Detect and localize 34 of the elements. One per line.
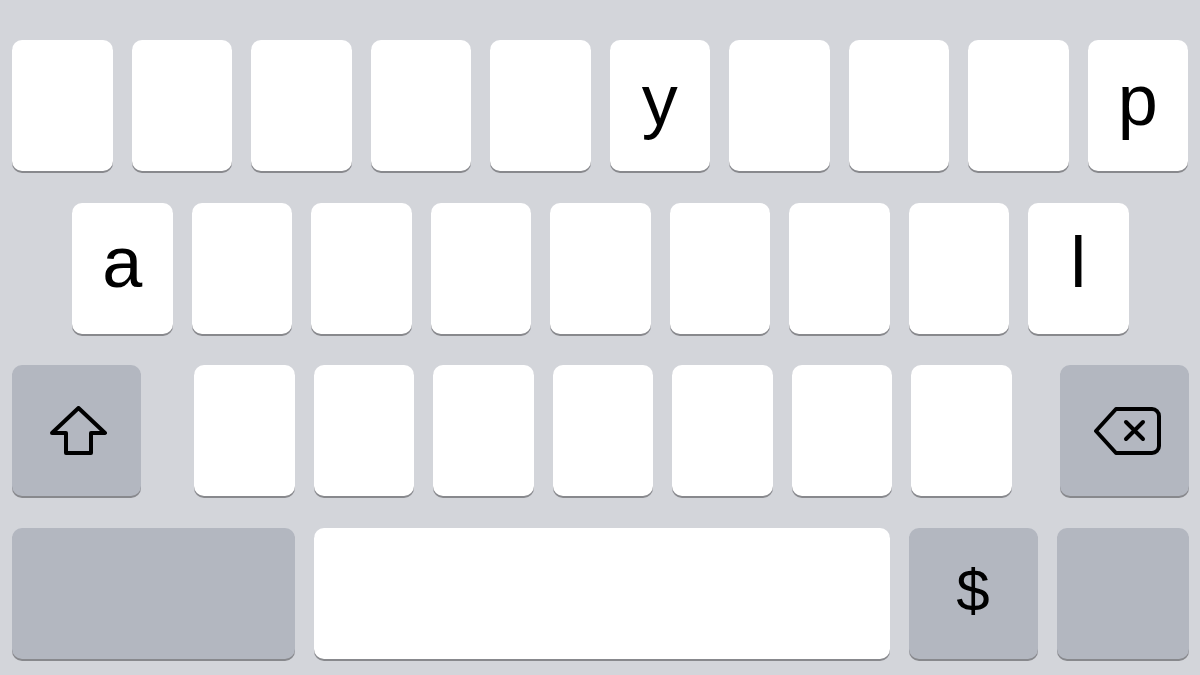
key[interactable]: l	[1028, 202, 1129, 334]
key[interactable]	[729, 40, 830, 171]
key[interactable]	[672, 365, 773, 496]
shift-icon	[50, 406, 107, 455]
key[interactable]	[433, 365, 534, 496]
key[interactable]	[12, 40, 113, 171]
key[interactable]	[911, 365, 1012, 496]
key[interactable]	[848, 40, 949, 171]
key[interactable]	[430, 202, 531, 334]
key[interactable]	[191, 202, 292, 334]
key[interactable]	[789, 202, 890, 334]
key[interactable]	[968, 40, 1069, 171]
backspace-icon	[1093, 406, 1161, 455]
key[interactable]	[251, 40, 352, 171]
key[interactable]	[313, 365, 414, 496]
key[interactable]	[131, 40, 232, 171]
key[interactable]	[669, 202, 770, 334]
key[interactable]	[490, 40, 591, 171]
key[interactable]	[552, 365, 653, 496]
key[interactable]	[791, 365, 892, 496]
key[interactable]: y	[609, 40, 710, 171]
space-bar[interactable]	[313, 527, 890, 659]
key[interactable]	[908, 202, 1009, 334]
shift-key[interactable]	[12, 365, 141, 496]
key[interactable]	[194, 365, 295, 496]
action-key[interactable]	[1056, 527, 1189, 659]
backspace-key[interactable]	[1059, 365, 1189, 496]
key[interactable]	[550, 202, 651, 334]
key[interactable]: p	[1087, 40, 1188, 171]
key[interactable]	[370, 40, 471, 171]
modifier-key[interactable]	[12, 527, 295, 659]
symbol-key[interactable]: $	[908, 527, 1038, 659]
key[interactable]	[311, 202, 412, 334]
key[interactable]: a	[72, 202, 173, 334]
